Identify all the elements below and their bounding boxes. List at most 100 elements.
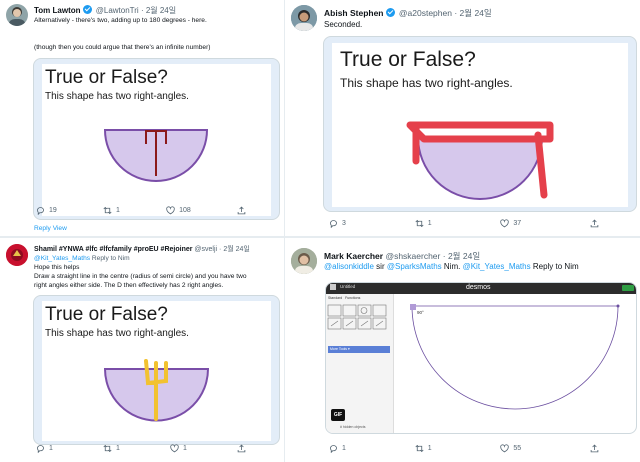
- reply-button[interactable]: 1: [36, 444, 53, 453]
- author-handle[interactable]: @LawtonTri: [96, 6, 139, 15]
- avatar[interactable]: [6, 4, 28, 26]
- tweet-2-actions: 3 1 37: [329, 219, 599, 228]
- tweet-date[interactable]: 2월 24일: [146, 6, 176, 15]
- verified-badge-icon: [385, 8, 395, 17]
- tweet-header: Shamil #YNWA #lfc #lfcfamily #proEU #Rej…: [34, 246, 250, 253]
- like-button[interactable]: 37: [500, 219, 521, 228]
- semicircle-drawing: [406, 121, 554, 200]
- toolbox-tabs: Standard Functions: [326, 294, 393, 302]
- share-icon: [590, 219, 599, 228]
- author-handle[interactable]: @a20stephen: [399, 8, 452, 18]
- avatar[interactable]: [291, 248, 317, 274]
- reply-button[interactable]: 19: [36, 206, 57, 215]
- reply-icon: [37, 445, 44, 453]
- like-count: 37: [513, 220, 522, 227]
- retweet-count: 1: [427, 220, 432, 227]
- tool-grid-icon[interactable]: [326, 304, 394, 344]
- mention-link[interactable]: @Kit_Yates_Maths: [34, 255, 90, 262]
- image-card[interactable]: True or False? This shape has two right-…: [33, 58, 280, 220]
- reply-count: 1: [342, 445, 346, 452]
- image-card[interactable]: True or False? This shape has two right-…: [323, 36, 637, 212]
- text-fragment: Nim.: [443, 262, 461, 271]
- avatar[interactable]: [291, 5, 317, 31]
- reply-button[interactable]: 1: [329, 444, 346, 453]
- like-button[interactable]: 1: [170, 444, 187, 453]
- tab-standard[interactable]: Standard: [328, 296, 342, 300]
- tweet-header: Mark Kaercher @shskaercher · 2월 24일: [324, 251, 481, 261]
- retweet-button[interactable]: 1: [103, 206, 120, 215]
- tweet-shamil[interactable]: Shamil #YNWA #lfc #lfcfamily #proEU #Rej…: [0, 238, 282, 462]
- like-count: 55: [513, 445, 522, 452]
- tweet-mark-kaercher[interactable]: Mark Kaercher @shskaercher · 2월 24일 @ali…: [284, 238, 640, 462]
- like-button[interactable]: 55: [500, 444, 521, 453]
- reply-icon: [37, 207, 44, 215]
- retweet-icon: [415, 444, 424, 453]
- author-name[interactable]: Tom Lawton: [34, 6, 81, 15]
- desmos-gif[interactable]: Untitled desmos Standard Functions More …: [325, 282, 637, 434]
- retweet-icon: [103, 206, 112, 215]
- tab-functions[interactable]: Functions: [345, 296, 360, 300]
- like-button[interactable]: 108: [166, 206, 191, 215]
- share-button[interactable]: [590, 444, 599, 453]
- tweet-1-actions: 19 1 108: [36, 206, 246, 215]
- verified-badge-icon: [82, 5, 92, 14]
- heart-icon: [500, 219, 510, 228]
- tweet-text: Hope this helps: [34, 264, 80, 271]
- retweet-count: 1: [116, 207, 120, 214]
- tweet-abish-stephen[interactable]: Abish Stephen @a20stephen · 2월 24일 Secon…: [284, 0, 640, 236]
- heart-icon: [500, 444, 510, 453]
- reply-to-label[interactable]: Reply to Nim: [533, 262, 579, 271]
- retweet-icon: [415, 219, 424, 228]
- like-count: 108: [179, 207, 191, 214]
- reply-count: 19: [49, 207, 57, 214]
- share-button[interactable]: [590, 219, 599, 228]
- tweet-text: @alisonkiddle sir @SparksMaths Nim. @Kit…: [324, 262, 579, 271]
- retweet-button[interactable]: 1: [415, 219, 432, 228]
- more-tools-button[interactable]: More Tools ▾: [328, 346, 390, 353]
- desmos-canvas: [410, 304, 620, 410]
- reply-button[interactable]: 3: [329, 219, 346, 228]
- image-content: True or False? This shape has two right-…: [332, 43, 628, 207]
- tweet-4-actions: 1 1 55: [329, 444, 599, 453]
- author-handle[interactable]: @shskaercher: [385, 251, 440, 261]
- author-name[interactable]: Shamil #YNWA #lfc #lfcfamily #proEU #Rej…: [34, 246, 192, 253]
- tweet-tom-lawton[interactable]: Tom Lawton @LawtonTri · 2월 24일 Alternati…: [0, 0, 282, 236]
- author-name[interactable]: Mark Kaercher: [324, 251, 383, 261]
- reply-view-link[interactable]: Reply View: [34, 225, 67, 232]
- mention-link[interactable]: @Kit_Yates_Maths: [463, 262, 531, 271]
- tweet-date[interactable]: 2월 24일: [223, 246, 250, 253]
- tweet-text-3: right angles either side. The D then eff…: [34, 282, 224, 289]
- hidden-objects-label: # hidden objects: [340, 425, 366, 429]
- image-content: True or False? This shape has two right-…: [42, 64, 271, 216]
- image-card[interactable]: True or False? This shape has two right-…: [33, 295, 280, 445]
- mention-link[interactable]: @SparksMaths: [387, 262, 442, 271]
- retweet-button[interactable]: 1: [103, 444, 120, 453]
- tweet-3-actions: 1 1 1: [36, 444, 246, 453]
- author-handle[interactable]: @svelji: [194, 246, 217, 253]
- tweet-text-2: Draw a straight line in the centre (radi…: [34, 273, 247, 280]
- share-icon: [237, 206, 246, 215]
- semicircle-drawing: [103, 129, 209, 182]
- retweet-icon: [103, 444, 112, 453]
- desmos-topbar: Untitled desmos: [326, 283, 636, 294]
- heart-icon: [170, 444, 179, 453]
- angle-label: 90°: [417, 310, 424, 315]
- mention-link[interactable]: @alisonkiddle: [324, 262, 374, 271]
- author-name[interactable]: Abish Stephen: [324, 8, 384, 18]
- retweet-button[interactable]: 1: [415, 444, 432, 453]
- tweet-date[interactable]: 2월 24일: [448, 251, 480, 261]
- reply-to-label[interactable]: Reply to Nim: [92, 255, 130, 262]
- avatar[interactable]: [6, 244, 28, 266]
- tweet-date[interactable]: 2월 24일: [460, 8, 492, 18]
- signin-button[interactable]: [622, 285, 634, 291]
- menu-icon[interactable]: [330, 284, 336, 290]
- reply-count: 1: [49, 445, 53, 452]
- share-button[interactable]: [237, 444, 246, 453]
- gif-badge: GIF: [331, 409, 345, 421]
- tweet-text: Alternatively - there's two, adding up t…: [34, 17, 207, 24]
- share-button[interactable]: [237, 206, 246, 215]
- desmos-logo: desmos: [466, 284, 491, 291]
- tweet-header: Tom Lawton @LawtonTri · 2월 24일: [34, 5, 177, 15]
- tweet-text-2: (though then you could argue that there'…: [34, 44, 211, 51]
- graph-title[interactable]: Untitled: [340, 284, 355, 289]
